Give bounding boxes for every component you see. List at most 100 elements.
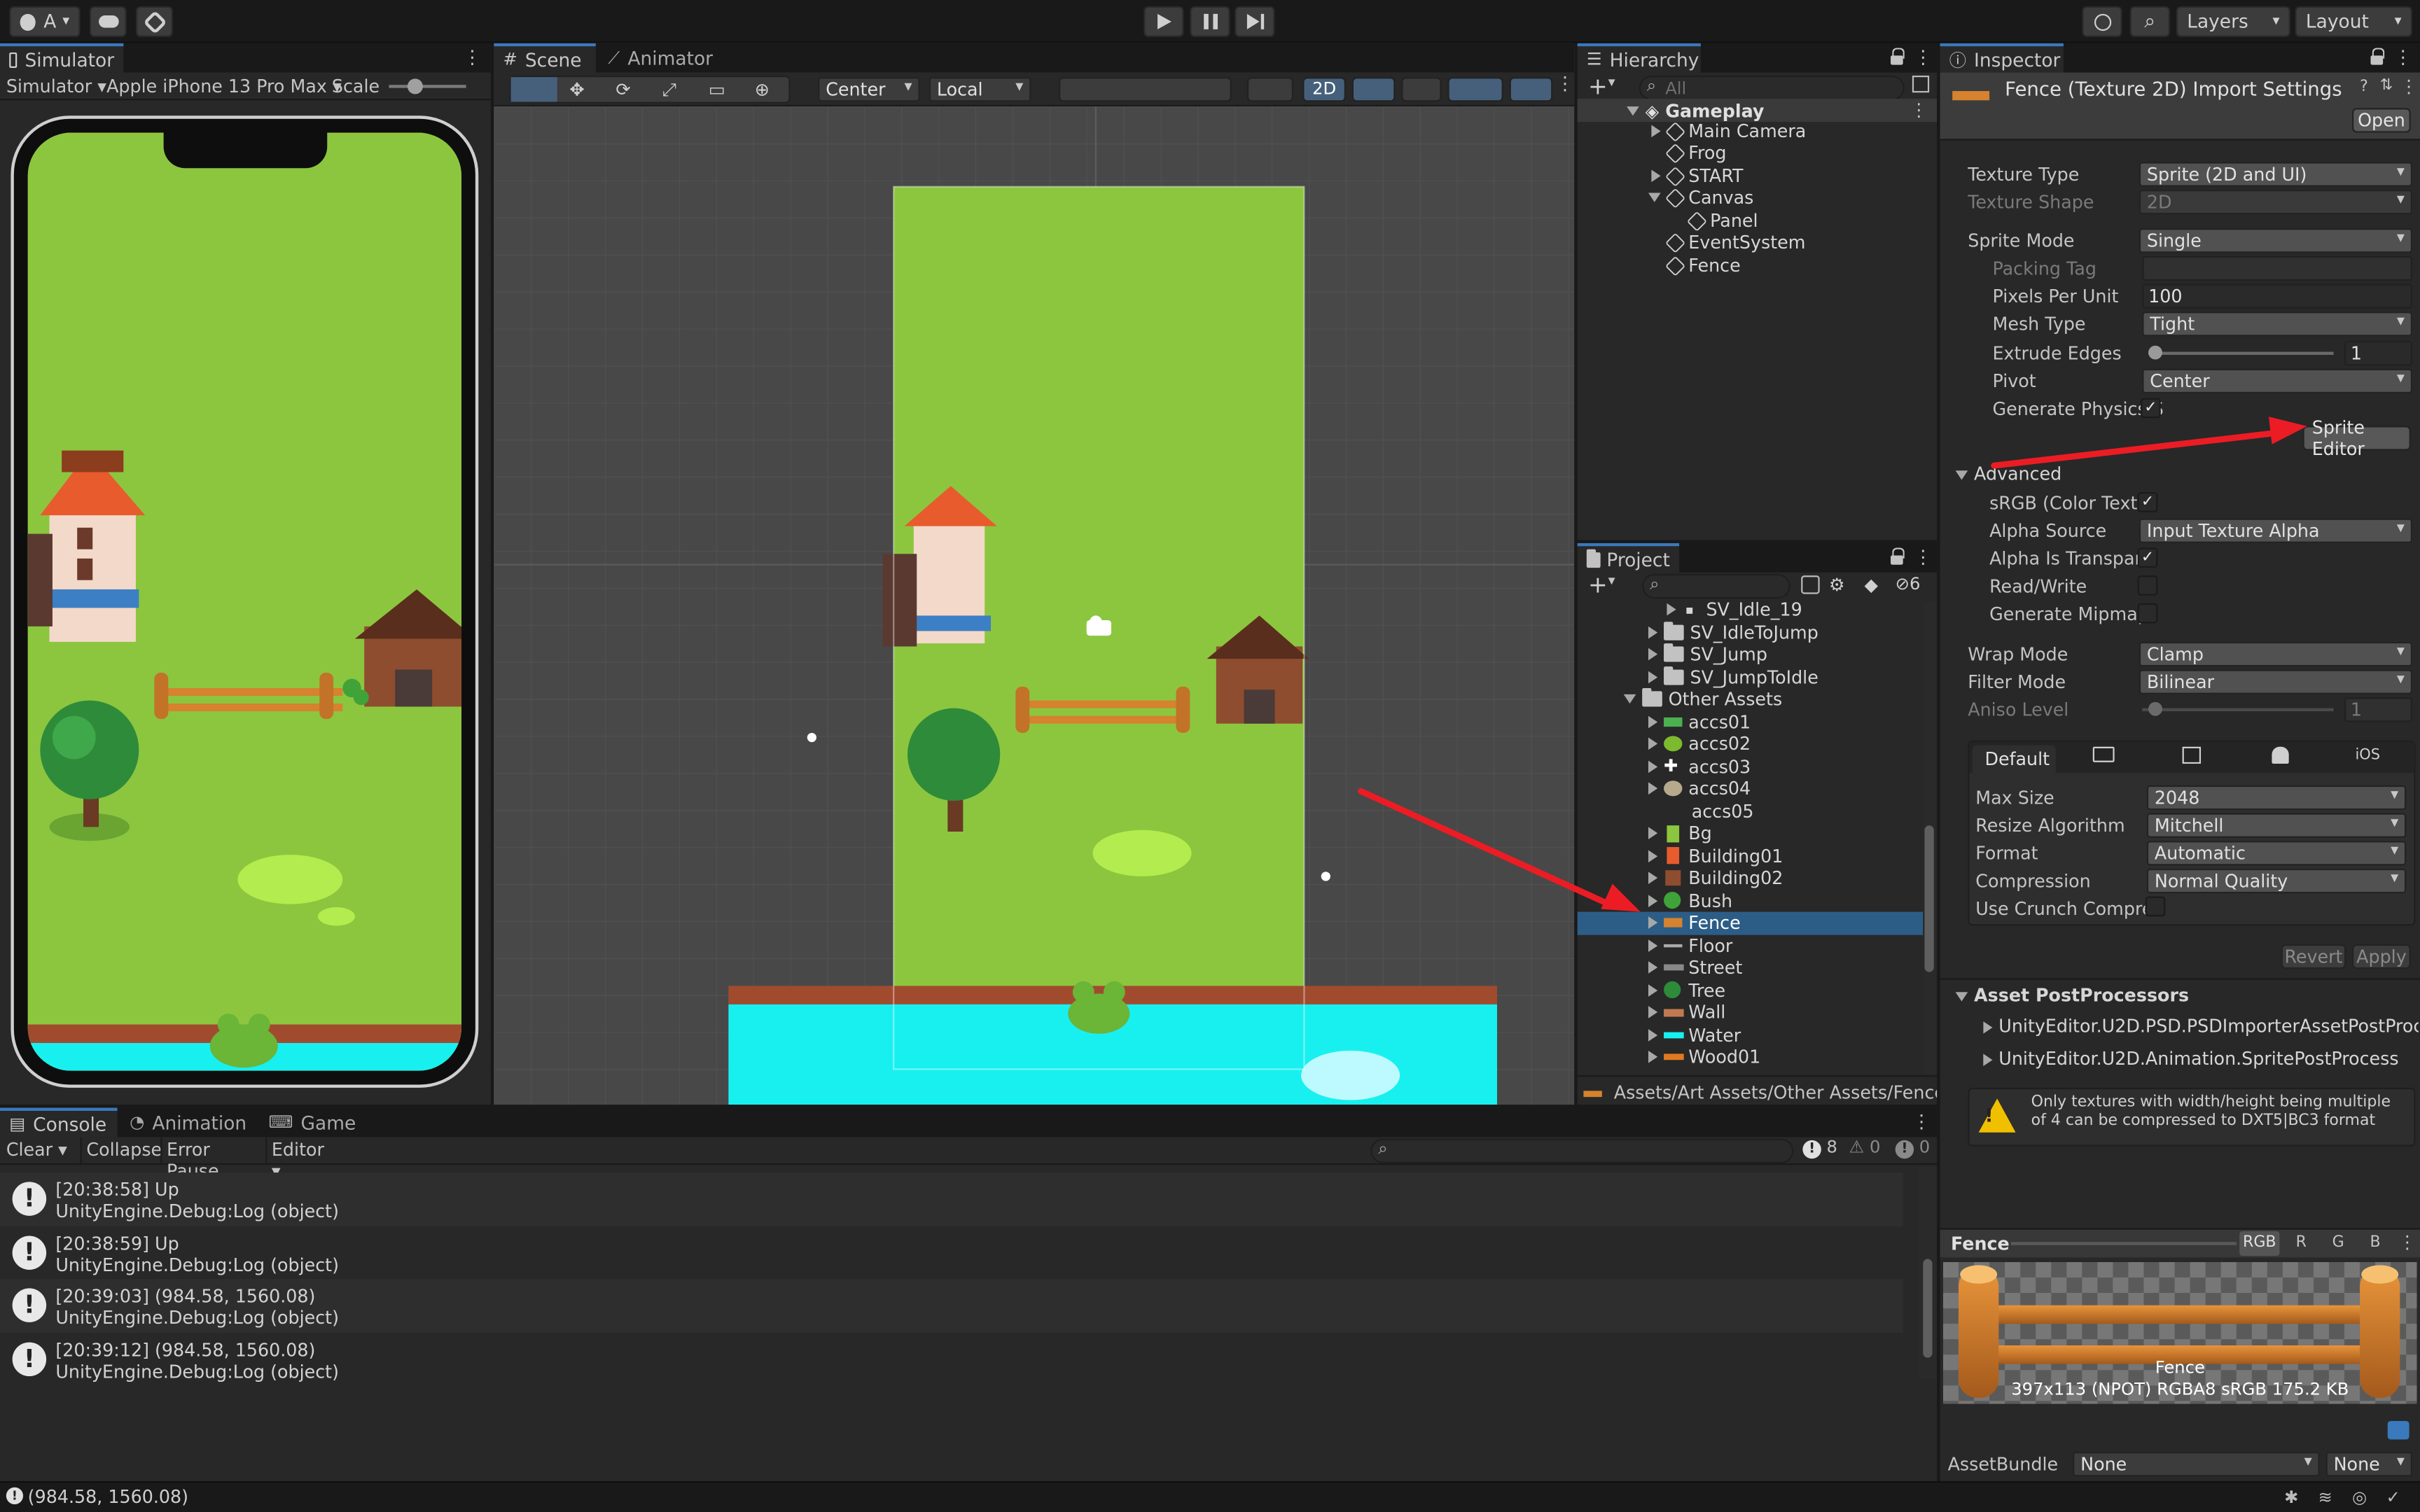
scene-view[interactable]: [494, 106, 1575, 1105]
project-search-input[interactable]: [1642, 573, 1790, 599]
expand-arrow-icon[interactable]: [1648, 894, 1658, 907]
warning-count-toggle[interactable]: ⚠ 0: [1849, 1137, 1881, 1157]
project-item-accs04[interactable]: accs04: [1648, 778, 1751, 800]
audio-toggle[interactable]: [1401, 77, 1442, 102]
simulator-mode-dropdown[interactable]: Simulator ▾: [6, 76, 106, 97]
kebab-menu-icon[interactable]: ⋮: [1914, 546, 1932, 568]
label-icon[interactable]: ◆: [1865, 574, 1879, 596]
status-text[interactable]: (984.58, 1560.08): [28, 1486, 188, 1508]
expand-arrow-icon[interactable]: [1667, 603, 1676, 616]
expand-arrow-icon[interactable]: [1648, 1006, 1658, 1019]
extrude-edges-slider[interactable]: [2148, 351, 2334, 355]
play-button[interactable]: [1143, 6, 1184, 37]
scene-root-row[interactable]: ◈ Gameplay ⋮: [1577, 99, 1938, 122]
log-count-toggle[interactable]: ! 8: [1802, 1137, 1837, 1159]
expand-arrow-icon[interactable]: [1648, 760, 1658, 773]
log-entry[interactable]: ! [20:39:03] (984.58, 1560.08) UnityEngi…: [0, 1279, 1903, 1333]
history-button[interactable]: [2082, 6, 2122, 37]
project-item-wood01[interactable]: Wood01: [1648, 1046, 1760, 1068]
space-dropdown[interactable]: Local: [929, 77, 1031, 102]
expand-arrow-icon[interactable]: [1623, 694, 1636, 704]
hierarchy-item-eventsystem[interactable]: EventSystem: [1664, 232, 1805, 254]
console-search-input[interactable]: [1370, 1138, 1794, 1163]
account-dropdown[interactable]: A ▾: [9, 6, 81, 37]
error-count-toggle[interactable]: ! 0: [1895, 1137, 1930, 1159]
kebab-menu-icon[interactable]: ⋮: [2398, 1231, 2416, 1253]
cache-server-icon[interactable]: ◎: [2352, 1488, 2367, 1508]
expand-arrow-icon[interactable]: [1651, 170, 1661, 183]
tab-inspector[interactable]: ⓘ Inspector: [1940, 43, 2064, 73]
expand-arrow-icon[interactable]: [1648, 827, 1658, 840]
scale-slider[interactable]: [389, 85, 466, 88]
expand-arrow-icon[interactable]: [1648, 849, 1658, 862]
hierarchy-item-canvas[interactable]: Canvas: [1648, 187, 1753, 209]
search-button[interactable]: ⌕: [2129, 6, 2170, 37]
tab-project[interactable]: Project: [1577, 542, 1680, 573]
channel-b-toggle[interactable]: B: [2360, 1231, 2391, 1256]
apply-button[interactable]: Apply: [2352, 944, 2411, 969]
project-item-street[interactable]: Street: [1648, 957, 1742, 979]
standalone-platform-icon[interactable]: [2092, 746, 2115, 762]
transform-tool-icon[interactable]: ⊕: [755, 78, 770, 100]
open-button[interactable]: Open: [2352, 108, 2411, 133]
collab-button[interactable]: [135, 6, 173, 37]
project-item-building01[interactable]: Building01: [1648, 845, 1783, 867]
expand-arrow-icon[interactable]: [1648, 939, 1658, 952]
generate-physics-checkbox[interactable]: ✓: [2141, 398, 2161, 419]
expand-arrow-icon[interactable]: [1648, 872, 1658, 885]
search-by-type-icon[interactable]: [1801, 575, 1820, 594]
filter-icon[interactable]: ⚙: [1829, 574, 1845, 596]
project-item-accs05[interactable]: accs05: [1667, 800, 1754, 822]
pivot-dropdown[interactable]: Center: [2142, 368, 2413, 394]
hierarchy-item-frog[interactable]: Frog: [1664, 142, 1726, 164]
kebab-menu-icon[interactable]: ⋮: [1910, 99, 1928, 120]
postprocessors-foldout[interactable]: Asset PostProcessors: [1955, 984, 2189, 1006]
kebab-menu-icon[interactable]: ⋮: [463, 46, 481, 68]
collapse-toggle[interactable]: Collapse: [80, 1137, 162, 1163]
shading-mode-button[interactable]: [1246, 77, 1294, 102]
cloud-button[interactable]: [89, 6, 127, 37]
editor-dropdown[interactable]: Editor ▾: [265, 1137, 336, 1182]
project-item-floor[interactable]: Floor: [1648, 934, 1732, 957]
chevron-down-icon[interactable]: ▾: [1608, 76, 1615, 91]
project-item-accs01[interactable]: accs01: [1648, 710, 1751, 733]
resize-algorithm-dropdown[interactable]: Mitchell: [2146, 813, 2407, 838]
help-icon[interactable]: ?: [2360, 78, 2368, 95]
tab-simulator[interactable]: Simulator: [0, 43, 124, 73]
revert-button[interactable]: Revert: [2281, 944, 2346, 969]
expand-arrow-icon[interactable]: [1627, 105, 1639, 115]
platform-tab-ios[interactable]: iOS: [2355, 747, 2380, 764]
sprite-mode-dropdown[interactable]: Single: [2139, 228, 2413, 253]
scene-more-icon[interactable]: ⋮: [1556, 73, 1574, 94]
project-scrollbar-thumb[interactable]: [1924, 825, 1934, 972]
log-entry[interactable]: ! [20:38:59] Up UnityEngine.Debug:Log (o…: [0, 1226, 1903, 1280]
project-item-water[interactable]: Water: [1648, 1023, 1741, 1046]
lock-icon[interactable]: [1889, 48, 1905, 65]
channel-g-toggle[interactable]: G: [2323, 1231, 2353, 1256]
kebab-menu-icon[interactable]: ⋮: [2400, 76, 2417, 97]
chevron-down-icon[interactable]: ▾: [1608, 574, 1615, 589]
mode-2d-toggle[interactable]: 2D: [1302, 77, 1346, 102]
project-item-sv-jump[interactable]: SV_Jump: [1648, 643, 1767, 666]
kebab-menu-icon[interactable]: ⋮: [2394, 46, 2412, 68]
expand-arrow-icon[interactable]: [1648, 983, 1658, 997]
tab-game[interactable]: ⌨ Game: [259, 1108, 356, 1138]
scale-tool-icon[interactable]: ⤢: [662, 78, 676, 102]
extrude-edges-field[interactable]: 1: [2344, 341, 2413, 366]
pause-button[interactable]: [1190, 6, 1230, 37]
scene-search-icon[interactable]: [1912, 76, 1930, 93]
compression-dropdown[interactable]: Normal Quality: [2146, 868, 2407, 894]
preview-drag-handle[interactable]: [2010, 1242, 2237, 1245]
expand-arrow-icon[interactable]: [1648, 961, 1658, 974]
max-size-dropdown[interactable]: 2048: [2146, 785, 2407, 811]
alpha-transparency-checkbox[interactable]: ✓: [2137, 547, 2158, 568]
expand-arrow-icon[interactable]: [1648, 648, 1658, 661]
project-item-accs02[interactable]: accs02: [1648, 733, 1751, 755]
channel-r-toggle[interactable]: R: [2286, 1231, 2316, 1256]
progress-icon[interactable]: ≋: [2318, 1488, 2332, 1508]
expand-arrow-icon[interactable]: [1648, 1028, 1658, 1042]
project-item-other-assets[interactable]: Other Assets: [1623, 688, 1782, 710]
layout-dropdown[interactable]: Layout ▾: [2295, 6, 2413, 37]
expand-arrow-icon[interactable]: [1648, 916, 1658, 930]
mesh-type-dropdown[interactable]: Tight: [2142, 312, 2413, 337]
